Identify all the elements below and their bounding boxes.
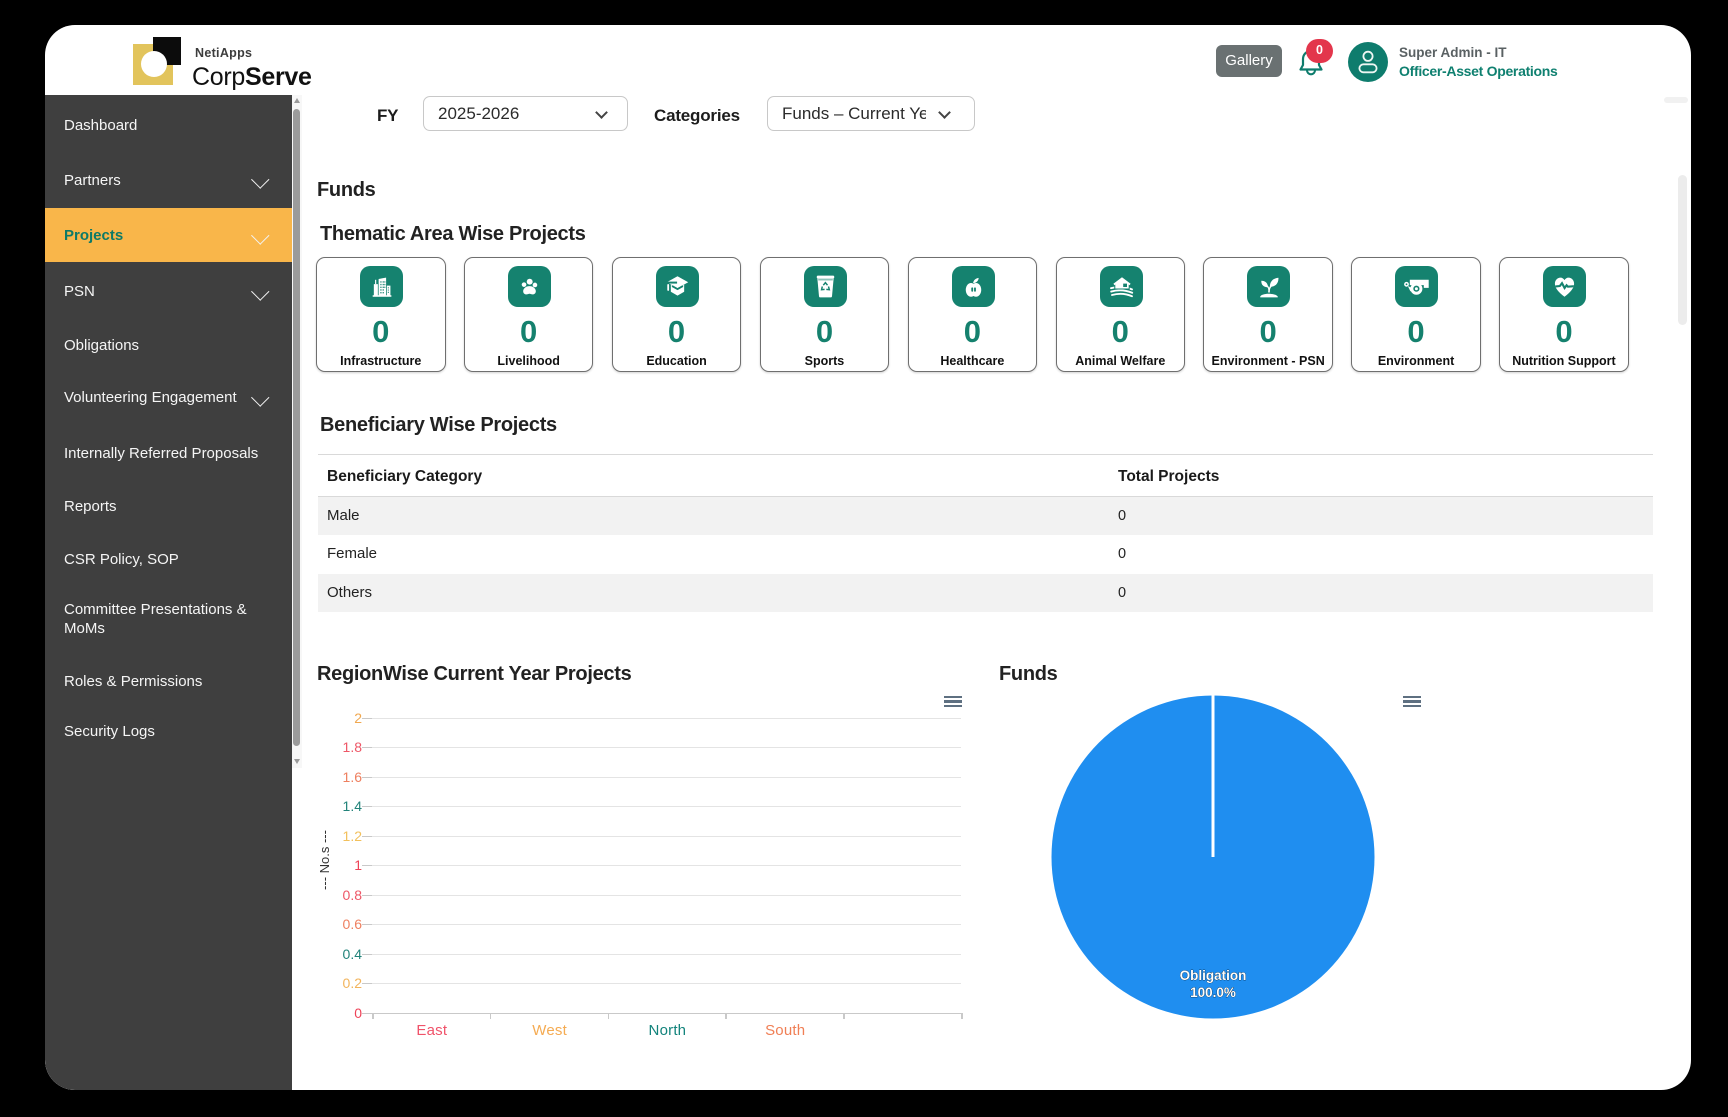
svg-text:100.0%: 100.0%: [1190, 985, 1236, 1000]
svg-text:Obligation: Obligation: [1180, 968, 1247, 983]
